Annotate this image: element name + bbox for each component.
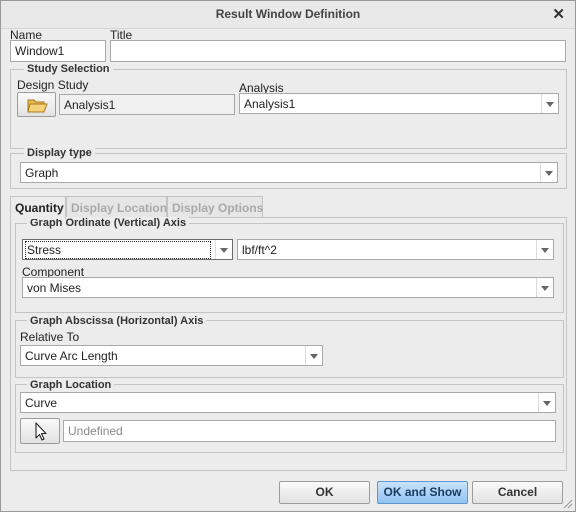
design-study-label: Design Study — [17, 78, 89, 92]
study-selection-label: Study Selection — [24, 63, 113, 75]
component-select-value: von Mises — [27, 281, 82, 295]
relative-to-select[interactable]: Curve Arc Length — [20, 345, 323, 366]
chevron-down-icon[interactable] — [538, 393, 555, 412]
tab-quantity[interactable]: Quantity — [10, 196, 66, 219]
location-reference-field[interactable]: Undefined — [63, 420, 556, 442]
open-design-study-button[interactable] — [17, 92, 56, 117]
chevron-down-icon[interactable] — [540, 163, 557, 182]
component-select[interactable]: von Mises — [22, 277, 554, 298]
tab-display-options[interactable]: Display Options — [167, 196, 263, 218]
select-reference-button[interactable] — [20, 418, 60, 444]
name-input[interactable]: Window1 — [10, 40, 106, 62]
ok-and-show-button[interactable]: OK and Show — [377, 481, 468, 504]
relative-to-select-value: Curve Arc Length — [25, 349, 118, 363]
chevron-down-icon[interactable] — [541, 94, 558, 113]
cancel-button[interactable]: Cancel — [472, 481, 563, 504]
abscissa-label: Graph Abscissa (Horizontal) Axis — [27, 315, 207, 327]
result-window-definition-dialog: Result Window Definition ✕ Name Window1 … — [0, 0, 576, 512]
ok-button[interactable]: OK — [279, 481, 370, 504]
location-type-select-value: Curve — [25, 396, 58, 410]
relative-to-label: Relative To — [20, 330, 80, 344]
chevron-down-icon[interactable] — [215, 240, 232, 259]
tab-display-location[interactable]: Display Location — [66, 196, 167, 218]
quantity-select-value: Stress — [25, 241, 211, 259]
quantity-select[interactable]: Stress — [22, 239, 233, 260]
chevron-down-icon[interactable] — [305, 346, 322, 365]
resize-grip-icon[interactable] — [563, 499, 573, 509]
location-type-select[interactable]: Curve — [20, 392, 556, 413]
ordinate-group — [15, 223, 564, 313]
cursor-arrow-icon — [35, 422, 47, 441]
units-select[interactable]: lbf/ft^2 — [237, 239, 554, 260]
units-select-value: lbf/ft^2 — [242, 243, 277, 257]
chevron-down-icon[interactable] — [536, 278, 553, 297]
display-type-label: Display type — [24, 147, 95, 159]
analysis-select[interactable]: Analysis1 — [239, 93, 559, 114]
chevron-down-icon[interactable] — [536, 240, 553, 259]
analysis-select-value: Analysis1 — [244, 97, 296, 111]
design-study-field: Analysis1 — [59, 94, 235, 115]
display-type-select-value: Graph — [25, 166, 59, 180]
title-input[interactable] — [110, 40, 566, 62]
dialog-title: Result Window Definition — [215, 7, 361, 21]
title-bar[interactable]: Result Window Definition ✕ — [1, 1, 575, 29]
open-folder-icon — [27, 99, 48, 113]
display-type-select[interactable]: Graph — [20, 162, 558, 183]
graph-location-label: Graph Location — [27, 379, 115, 391]
close-icon[interactable]: ✕ — [552, 5, 565, 23]
